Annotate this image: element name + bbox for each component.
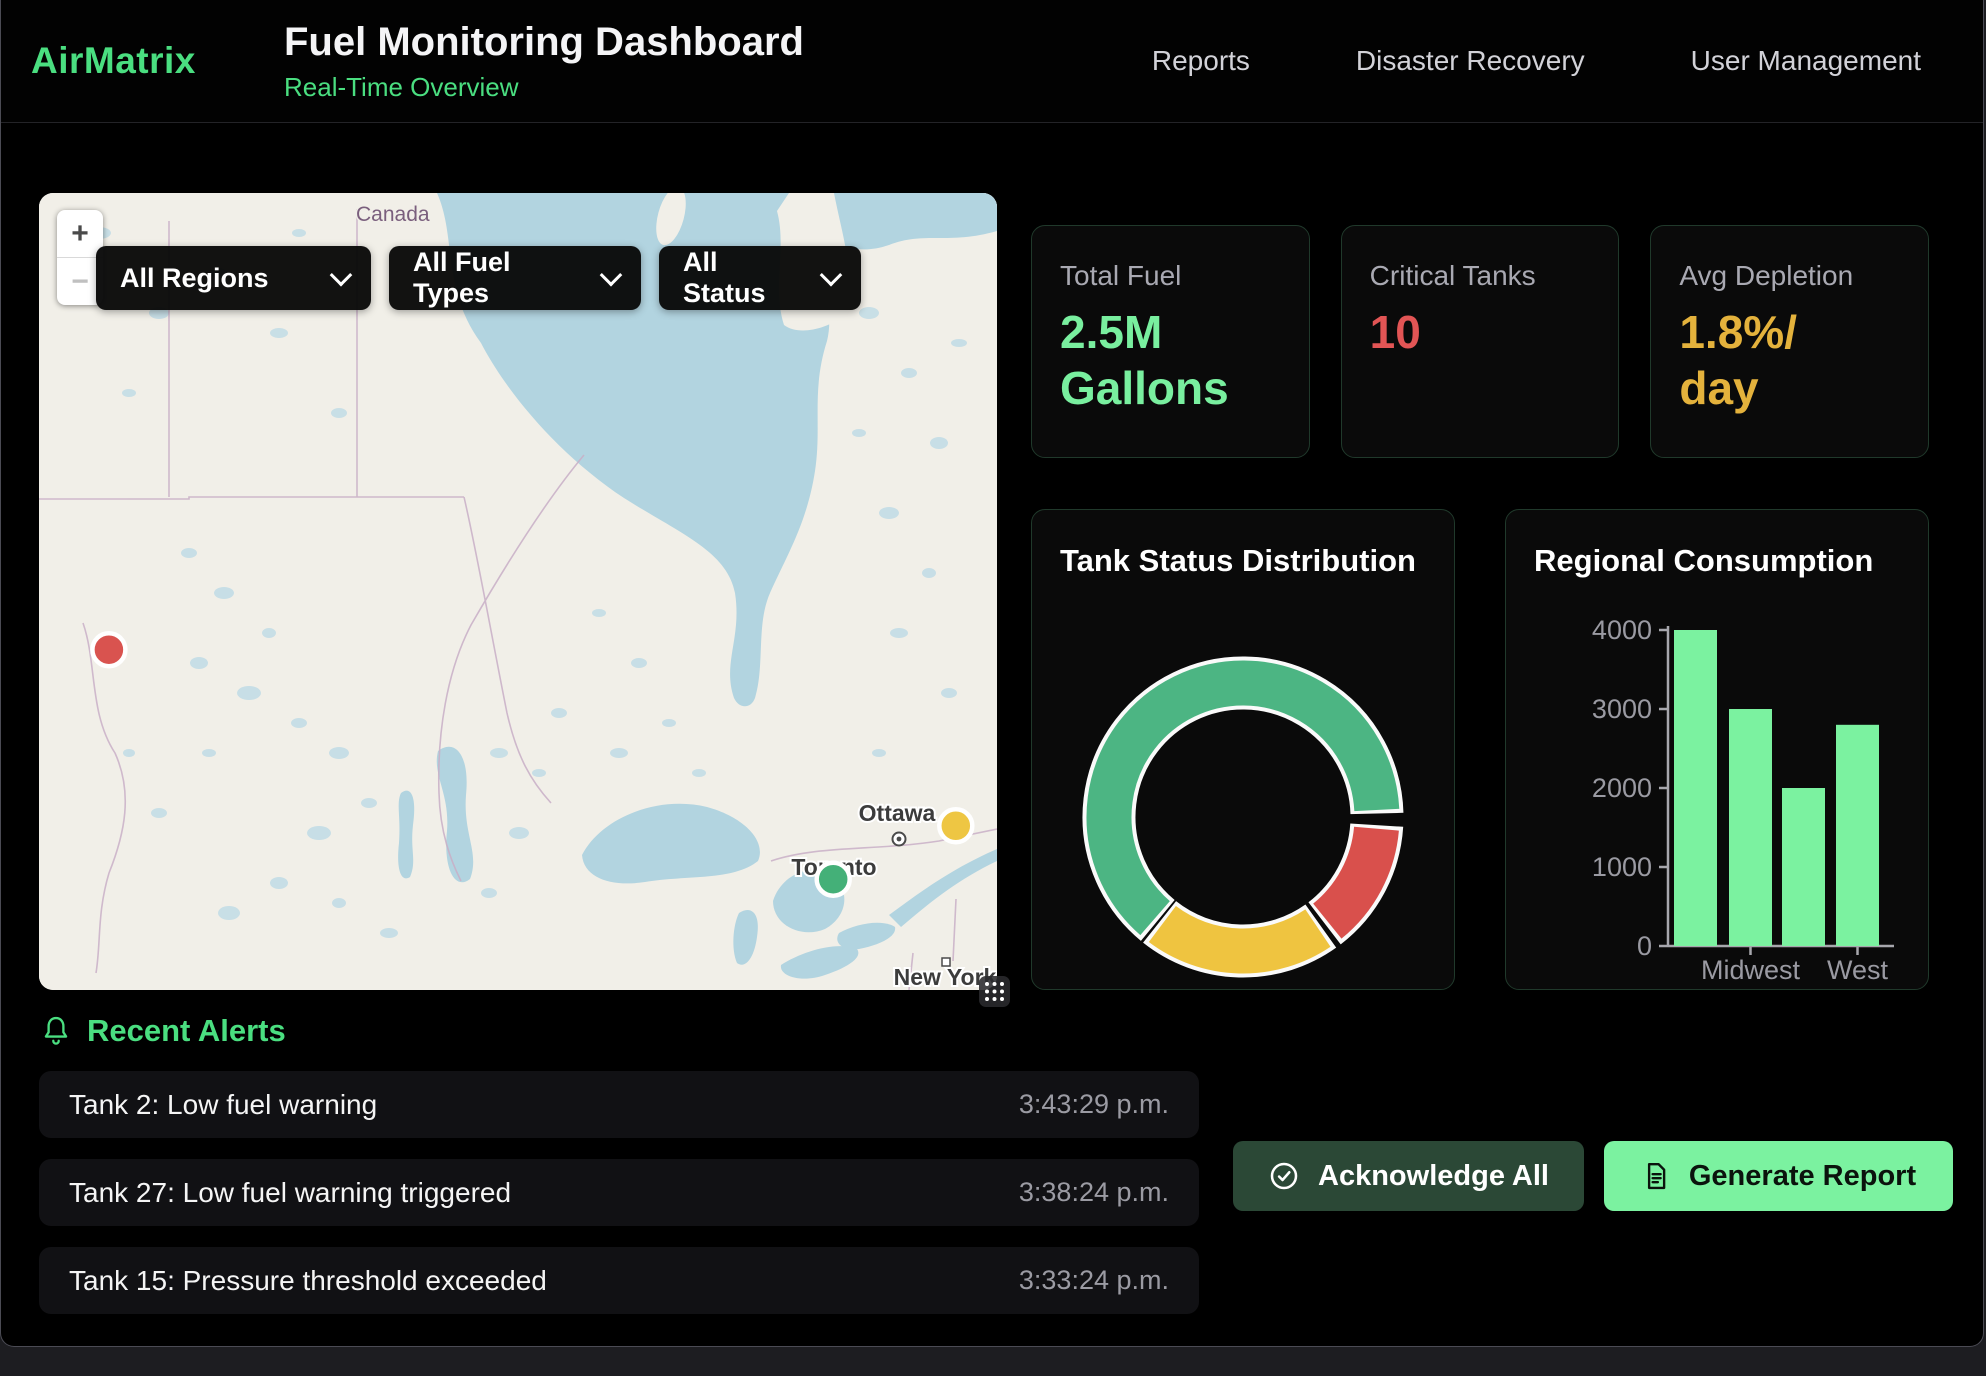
drag-dots-icon (983, 980, 1006, 1003)
nav-item-disaster-recovery[interactable]: Disaster Recovery (1356, 45, 1585, 77)
check-circle-icon (1268, 1160, 1300, 1192)
recent-alerts-section: Recent Alerts Tank 2: Low fuel warning 3:… (1, 1013, 1983, 1335)
map-canvas[interactable]: Canada Ottawa Toronto New York (39, 193, 997, 990)
chevron-down-icon (820, 264, 843, 287)
svg-text:West: West (1827, 955, 1889, 983)
page-subtitle: Real-Time Overview (284, 72, 804, 103)
filter-dropdown-all-fuel-types[interactable]: All Fuel Types (389, 246, 641, 310)
alert-row: Tank 15: Pressure threshold exceeded 3:33… (39, 1247, 1199, 1314)
generate-report-label: Generate Report (1689, 1160, 1916, 1193)
bar-2 (1782, 788, 1825, 946)
stat-card-avg-depletion: Avg Depletion 1.8%/day (1650, 225, 1929, 458)
stat-value: 10 (1370, 304, 1591, 360)
filter-value: All Status (683, 247, 801, 309)
page-title: Fuel Monitoring Dashboard (284, 20, 804, 65)
lake-winnipegosis (398, 791, 414, 879)
app-window: AirMatrix Fuel Monitoring Dashboard Real… (0, 0, 1984, 1347)
alert-actions: Acknowledge All Generate Report (1233, 1141, 1953, 1211)
alert-row: Tank 2: Low fuel warning 3:43:29 p.m. (39, 1071, 1199, 1138)
tank-status-donut-chart (1060, 583, 1426, 981)
bar-1 (1729, 709, 1772, 946)
chevron-down-icon (330, 264, 353, 287)
donut-chart-title: Tank Status Distribution (1060, 543, 1426, 579)
alerts-title: Recent Alerts (87, 1013, 286, 1049)
stat-value: 1.8%/day (1679, 304, 1811, 416)
stat-card-total-fuel: Total Fuel 2.5M Gallons (1031, 225, 1310, 458)
brand-logo: AirMatrix (31, 40, 284, 82)
stat-label: Critical Tanks (1370, 260, 1591, 292)
stat-card-critical-tanks: Critical Tanks 10 (1341, 225, 1620, 458)
alert-timestamp: 3:38:24 p.m. (1019, 1177, 1169, 1208)
map-panel: Canada Ottawa Toronto New York + − All R… (39, 193, 997, 990)
header: AirMatrix Fuel Monitoring Dashboard Real… (1, 0, 1983, 123)
filter-value: All Fuel Types (413, 247, 581, 309)
map-filter-bar: All Regions All Fuel Types All Status (96, 246, 861, 310)
acknowledge-all-button[interactable]: Acknowledge All (1233, 1141, 1584, 1211)
alert-message: Tank 15: Pressure threshold exceeded (69, 1265, 547, 1297)
report-document-icon (1641, 1160, 1671, 1192)
city-label-ottawa: Ottawa (859, 800, 936, 826)
regional-consumption-bar-chart: 0 1000 2000 3000 4000 Midwest West (1534, 583, 1900, 983)
main-content: Canada Ottawa Toronto New York + − All R… (39, 193, 1929, 990)
bell-icon (41, 1015, 71, 1047)
filter-dropdown-all-regions[interactable]: All Regions (96, 246, 371, 310)
chevron-down-icon (600, 264, 623, 287)
stat-label: Avg Depletion (1679, 260, 1900, 292)
nav-item-reports[interactable]: Reports (1152, 45, 1250, 77)
filter-value: All Regions (120, 263, 269, 294)
regional-consumption-card: Regional Consumption 0 1000 2000 3000 4000 Mi… (1505, 509, 1929, 990)
tank-status-card: Tank Status Distribution (1031, 509, 1455, 990)
alert-message: Tank 27: Low fuel warning triggered (69, 1177, 511, 1209)
stat-label: Total Fuel (1060, 260, 1281, 292)
country-label: Canada (356, 203, 430, 226)
stats-row: Total Fuel 2.5M Gallons Critical Tanks 10 Av… (1031, 225, 1929, 458)
alert-message: Tank 2: Low fuel warning (69, 1089, 377, 1121)
right-column: Total Fuel 2.5M Gallons Critical Tanks 10 Av… (1031, 193, 1929, 990)
alert-timestamp: 3:33:24 p.m. (1019, 1265, 1169, 1296)
acknowledge-all-label: Acknowledge All (1318, 1160, 1549, 1193)
title-block: Fuel Monitoring Dashboard Real-Time Over… (284, 20, 804, 103)
tank-marker-normal[interactable] (817, 863, 850, 896)
main-nav: Reports Disaster Recovery User Management (1152, 45, 1921, 77)
tank-marker-warning[interactable] (939, 809, 972, 842)
svg-text:0: 0 (1637, 931, 1652, 961)
svg-text:2000: 2000 (1592, 773, 1652, 803)
generate-report-button[interactable]: Generate Report (1604, 1141, 1953, 1211)
stat-value: 2.5M Gallons (1060, 304, 1281, 416)
svg-text:Midwest: Midwest (1701, 955, 1801, 983)
map-viewport: Canada Ottawa Toronto New York (39, 193, 997, 990)
bar-0 (1674, 630, 1717, 946)
svg-text:1000: 1000 (1592, 852, 1652, 882)
nav-item-user-management[interactable]: User Management (1691, 45, 1921, 77)
bar-chart-title: Regional Consumption (1534, 543, 1900, 579)
city-dot-ottawa-inner (897, 837, 902, 842)
filter-dropdown-all-status[interactable]: All Status (659, 246, 861, 310)
svg-text:3000: 3000 (1592, 694, 1652, 724)
bar-3 (1836, 725, 1879, 946)
svg-text:4000: 4000 (1592, 615, 1652, 645)
alerts-header: Recent Alerts (41, 1013, 1945, 1049)
alert-timestamp: 3:43:29 p.m. (1019, 1089, 1169, 1120)
resize-handle[interactable] (979, 976, 1010, 1007)
tank-marker-critical[interactable] (92, 633, 125, 666)
alert-row: Tank 27: Low fuel warning triggered 3:38:… (39, 1159, 1199, 1226)
charts-row: Tank Status Distribution Regional Consum… (1031, 509, 1929, 990)
